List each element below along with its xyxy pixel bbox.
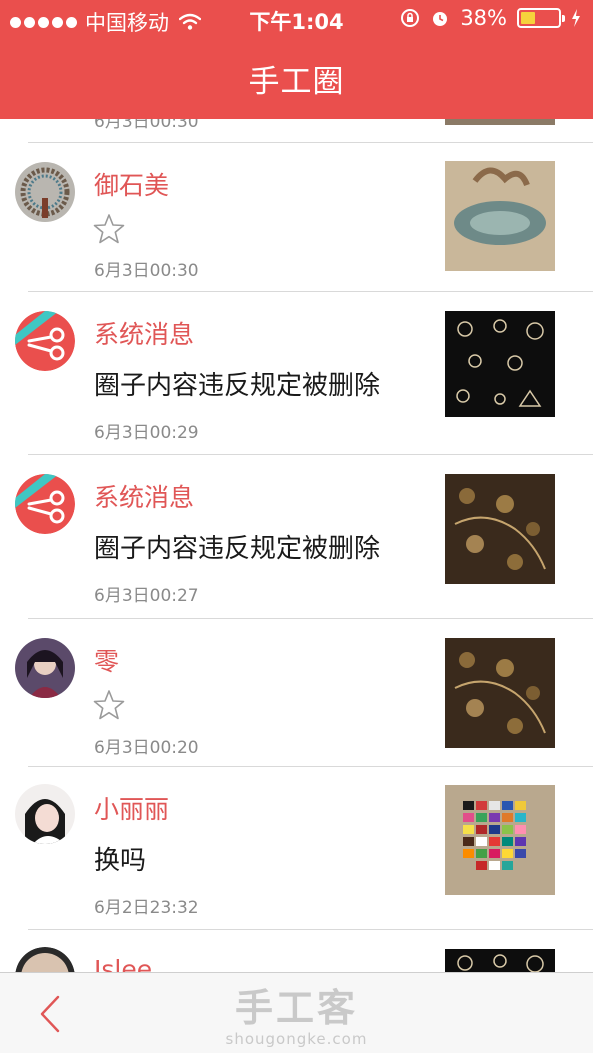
alarm-icon: [433, 12, 448, 26]
item-thumbnail[interactable]: [445, 785, 555, 895]
item-thumbnail[interactable]: [445, 311, 555, 417]
list-item[interactable]: 系统消息 圈子内容违反规定被删除 6月3日00:27: [0, 454, 593, 618]
item-username[interactable]: 系统消息: [94, 315, 194, 351]
list-item[interactable]: 小丽丽 换吗 6月2日23:32: [0, 766, 593, 929]
item-username[interactable]: 御石美: [94, 166, 169, 202]
status-right: 38%: [400, 6, 581, 30]
avatar[interactable]: [15, 638, 75, 698]
item-time: 6月2日23:32: [94, 898, 199, 918]
item-username[interactable]: 零: [94, 642, 119, 678]
battery-fill: [521, 12, 535, 24]
list-item-partial-top[interactable]: 6月3日00:30: [0, 119, 593, 143]
list-item[interactable]: 零 6月3日00:20: [0, 618, 593, 766]
item-thumbnail[interactable]: [445, 119, 555, 125]
avatar[interactable]: [15, 162, 75, 222]
item-content: 换吗: [94, 846, 147, 876]
avatar[interactable]: [15, 474, 75, 534]
divider: [28, 929, 593, 930]
item-thumbnail[interactable]: [445, 474, 555, 584]
divider: [28, 454, 593, 455]
item-username[interactable]: 小丽丽: [94, 790, 169, 826]
status-bar: 中国移动 下午1:04 38%: [0, 0, 593, 38]
watermark-logo-text: 手工客: [234, 986, 358, 1030]
charging-bolt-icon: [572, 9, 580, 27]
divider: [28, 291, 593, 292]
item-time: 6月3日00:20: [94, 738, 199, 758]
item-content: 圈子内容违反规定被删除: [94, 534, 381, 564]
watermark: 手工客 shougongke.com: [0, 977, 593, 1048]
divider: [28, 618, 593, 619]
item-username[interactable]: 系统消息: [94, 478, 194, 514]
rotation-lock-icon: [401, 9, 420, 27]
list-item-partial-bottom[interactable]: Jslee: [0, 929, 593, 972]
item-thumbnail[interactable]: [445, 638, 555, 748]
list-item[interactable]: 系统消息 圈子内容违反规定被删除 6月3日00:29: [0, 291, 593, 453]
page-title: 手工圈: [248, 64, 345, 100]
feed-list[interactable]: 6月3日00:30 御石美 6月3日00:30 系统消息 圈子内容违反规定被删除…: [0, 119, 593, 972]
divider: [28, 142, 593, 143]
avatar[interactable]: [15, 947, 75, 972]
star-icon[interactable]: [92, 212, 126, 246]
item-thumbnail[interactable]: [445, 949, 555, 972]
star-icon[interactable]: [92, 688, 126, 722]
bottom-bar: 手工客 shougongke.com: [0, 972, 593, 1053]
battery-icon: [517, 8, 565, 28]
item-time: 6月3日00:30: [94, 119, 199, 132]
item-thumbnail[interactable]: [445, 161, 555, 271]
battery-percent: 38%: [460, 6, 507, 30]
list-item[interactable]: 御石美 6月3日00:30: [0, 142, 593, 291]
header: 中国移动 下午1:04 38% 手工圈: [0, 0, 593, 119]
item-content: 圈子内容违反规定被删除: [94, 371, 381, 401]
item-time: 6月3日00:30: [94, 261, 199, 281]
watermark-url: shougongke.com: [225, 1030, 368, 1048]
item-time: 6月3日00:29: [94, 423, 199, 443]
avatar[interactable]: [15, 311, 75, 371]
item-username[interactable]: Jslee: [94, 955, 152, 972]
avatar[interactable]: [15, 784, 75, 844]
divider: [28, 766, 593, 767]
item-time: 6月3日00:27: [94, 586, 199, 606]
